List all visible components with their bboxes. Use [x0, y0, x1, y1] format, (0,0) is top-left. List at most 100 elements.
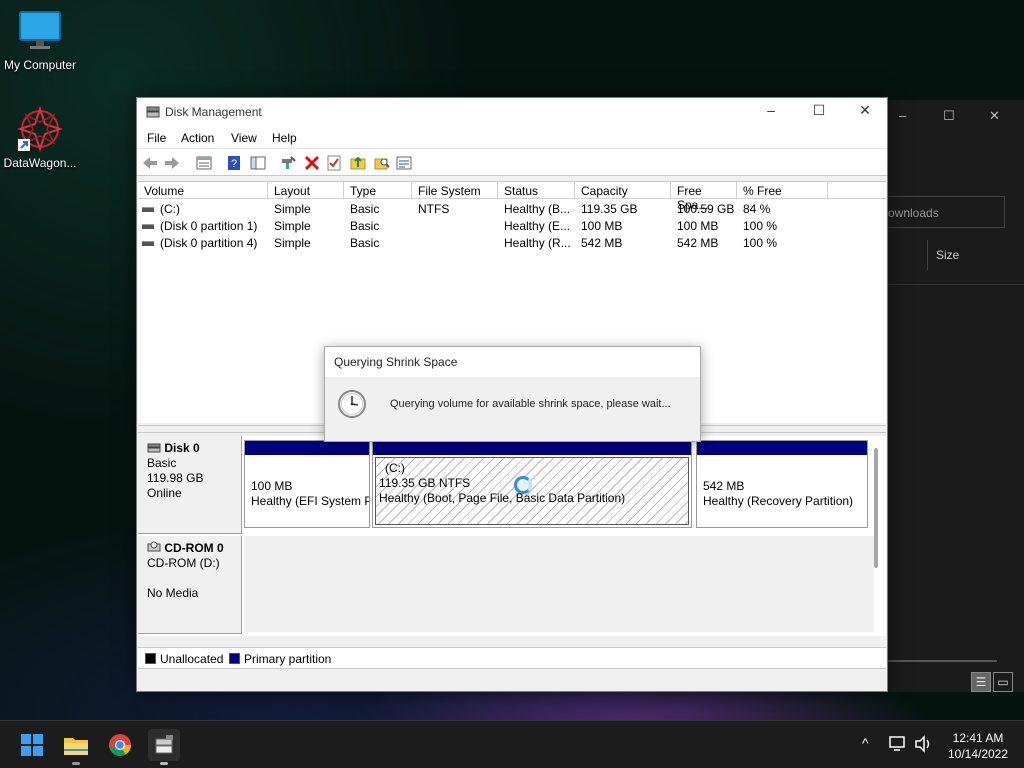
folder-search-icon[interactable] — [373, 154, 391, 172]
horizontal-scrollbar[interactable] — [138, 636, 886, 646]
table-row[interactable]: (Disk 0 partition 1) Simple Basic Health… — [138, 218, 886, 235]
dialog-title: Querying Shrink Space — [325, 347, 700, 377]
disk-size: 119.98 GB — [147, 471, 204, 485]
partition-size: 100 MB — [251, 479, 293, 493]
status-bar — [137, 670, 887, 691]
horizontal-scrollbar[interactable] — [887, 660, 997, 662]
partition-size: 542 MB — [703, 479, 745, 493]
help-icon[interactable]: ? — [225, 154, 243, 172]
disk-0-label[interactable]: Disk 0 Basic 119.98 GB Online — [138, 436, 242, 534]
forward-arrow-icon[interactable] — [163, 154, 181, 172]
column-header-percent-free[interactable]: % Free — [737, 182, 828, 199]
legend-swatch-unallocated — [145, 653, 156, 664]
menu-help[interactable]: Help — [272, 131, 297, 145]
drive-icon — [142, 241, 154, 246]
desktop-icon-label: My Computer — [3, 58, 77, 72]
disk-management-taskbar-button[interactable] — [148, 729, 180, 765]
running-indicator — [72, 762, 80, 765]
dialog-message: Querying volume for available shrink spa… — [390, 398, 671, 410]
column-header-layout[interactable]: Layout — [268, 182, 344, 199]
cell-status: Healthy (E... — [504, 219, 571, 233]
column-header-file-system[interactable]: File System — [412, 182, 498, 199]
menu-view[interactable]: View — [231, 131, 257, 145]
file-explorer-button[interactable] — [60, 729, 92, 765]
folder-up-icon[interactable] — [349, 154, 367, 172]
cell-layout: Simple — [274, 219, 311, 233]
cell-free-space: 100 MB — [677, 219, 719, 233]
window-title: Disk Management — [165, 105, 262, 119]
tiles-view-icon[interactable]: ▭ — [993, 672, 1013, 692]
back-arrow-icon[interactable] — [141, 154, 159, 172]
delete-icon[interactable] — [303, 154, 321, 172]
menu-bar: File Action View Help — [137, 126, 887, 148]
list-view-icon[interactable] — [395, 154, 413, 172]
column-header-status[interactable]: Status — [498, 182, 575, 199]
network-icon[interactable] — [888, 735, 908, 753]
drive-icon — [142, 224, 154, 229]
column-header-capacity[interactable]: Capacity — [575, 182, 671, 199]
cdrom-0-area — [244, 536, 874, 632]
chrome-icon[interactable] — [104, 729, 136, 761]
minimize-button[interactable]: – — [751, 102, 791, 122]
cdrom-media-status: No Media — [147, 586, 199, 600]
cdrom-blank — [147, 571, 241, 586]
partition-bar — [697, 441, 867, 455]
partition-c[interactable]: (C:) 119.35 GB NTFS Healthy (Boot, Page … — [372, 440, 692, 528]
column-header-empty — [828, 182, 886, 199]
table-row[interactable]: (C:) Simple Basic NTFS Healthy (B... 119… — [138, 201, 886, 218]
system-clock[interactable]: 12:41 AM 10/14/2022 — [940, 730, 1016, 762]
background-window-controls: – ☐ ✕ — [887, 106, 1017, 130]
drive-icon — [142, 207, 154, 212]
close-button[interactable]: ✕ — [845, 102, 885, 122]
minimize-button[interactable]: – — [899, 108, 906, 123]
desktop-icon-my-computer[interactable]: My Computer — [0, 10, 80, 72]
maximize-button[interactable]: ☐ — [943, 108, 955, 124]
toolbar: ? — [137, 148, 887, 176]
connect-icon[interactable] — [279, 154, 297, 172]
properties-list-icon[interactable] — [195, 154, 213, 172]
volume-icon[interactable] — [914, 735, 934, 753]
disk-0-partitions: 100 MB Healthy (EFI System P (C:) 119.35… — [244, 440, 868, 536]
check-icon[interactable] — [325, 154, 343, 172]
view-buttons: ☰ ▭ — [971, 672, 1015, 692]
console-tree-icon[interactable] — [249, 154, 267, 172]
disk-name: Disk 0 — [164, 441, 200, 455]
desktop-icon-datawagon[interactable]: DataWagon... — [0, 105, 80, 170]
partition-recovery[interactable]: 542 MB Healthy (Recovery Partition) — [696, 440, 868, 528]
partition-efi[interactable]: 100 MB Healthy (EFI System P — [244, 440, 370, 528]
cell-percent-free: 100 % — [743, 219, 778, 233]
column-header-volume[interactable]: Volume — [138, 182, 268, 199]
table-row[interactable]: (Disk 0 partition 4) Simple Basic Health… — [138, 235, 886, 252]
close-button[interactable]: ✕ — [989, 108, 1000, 124]
background-window: – ☐ ✕ ownloads Size ☰ ▭ — [886, 100, 1024, 692]
show-hidden-icons-chevron[interactable]: ^ — [862, 735, 869, 751]
clock-icon — [338, 390, 366, 418]
cdrom-0-label[interactable]: CD-ROM 0 CD-ROM (D:) No Media — [138, 536, 242, 634]
details-view-icon[interactable]: ☰ — [971, 672, 991, 692]
taskbar: ^ 12:41 AM 10/14/2022 — [0, 720, 1024, 768]
title-bar: Disk Management – ☐ ✕ — [137, 98, 887, 126]
cell-percent-free: 100 % — [743, 236, 778, 250]
column-header-type[interactable]: Type — [344, 182, 412, 199]
cell-status: Healthy (R... — [504, 236, 571, 250]
column-header-size[interactable]: Size — [927, 240, 1007, 270]
desktop-icon-label: DataWagon... — [3, 156, 77, 170]
vertical-scrollbar[interactable] — [874, 448, 878, 568]
disk-view: Disk 0 Basic 119.98 GB Online 100 MB Hea… — [138, 436, 886, 636]
disk-icon — [147, 443, 161, 453]
partition-size: 119.35 GB NTFS — [379, 476, 471, 490]
cdrom-drive: CD-ROM (D:) — [147, 556, 220, 570]
cell-status: Healthy (B... — [504, 202, 571, 216]
cell-volume: (C:) — [160, 202, 180, 216]
maximize-button[interactable]: ☐ — [799, 102, 839, 122]
cell-layout: Simple — [274, 236, 311, 250]
cell-capacity: 542 MB — [581, 236, 623, 250]
column-header-free-space[interactable]: Free Spa... — [671, 182, 737, 212]
search-placeholder: ownloads — [888, 206, 939, 220]
menu-action[interactable]: Action — [181, 131, 214, 145]
disk-management-icon — [146, 106, 160, 118]
windows-start-icon[interactable] — [16, 729, 48, 761]
clock-date: 10/14/2022 — [947, 747, 1009, 761]
menu-file[interactable]: File — [147, 131, 166, 145]
search-box[interactable]: ownloads — [887, 196, 1005, 228]
